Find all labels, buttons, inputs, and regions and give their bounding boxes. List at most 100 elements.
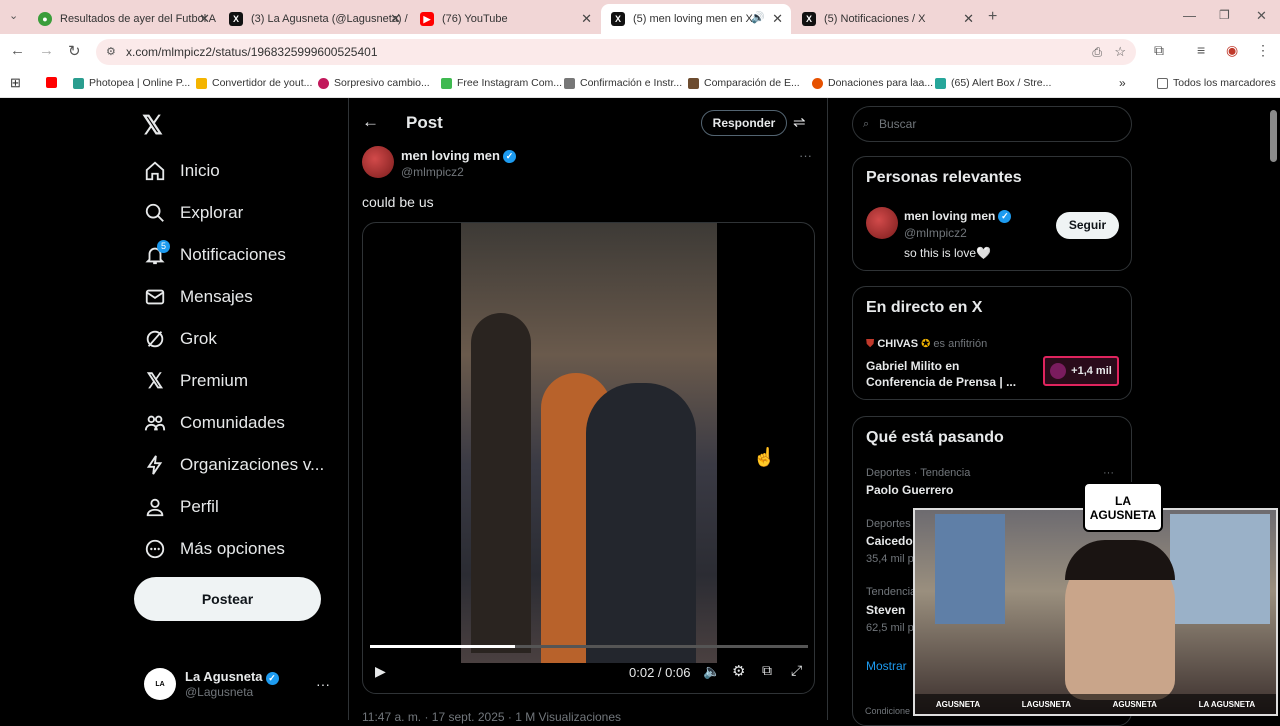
extensions-icon[interactable]: ⧉	[1154, 42, 1164, 59]
live-event-title[interactable]: Gabriel Milito en Conferencia de Prensa …	[866, 358, 1026, 390]
tab-2[interactable]: X (3) La Agusneta (@Lagusneta) / ✕	[219, 4, 409, 34]
nav-explorar[interactable]: Explorar	[144, 198, 243, 228]
scrollbar-thumb[interactable]	[1270, 110, 1277, 162]
nav-label: Organizaciones v...	[180, 455, 325, 474]
trend-name[interactable]: Steven	[866, 603, 905, 617]
nav-organizaciones[interactable]: Organizaciones v...	[144, 450, 324, 480]
bookmark-1[interactable]: Photopea | Online P...	[73, 77, 190, 89]
back-icon[interactable]: ←	[10, 42, 25, 59]
verified-icon: ✓	[265, 671, 279, 685]
star-icon[interactable]: ☆	[1114, 39, 1126, 65]
live-host[interactable]: ⛊ CHIVAS ✪ es anfitrión	[866, 337, 987, 351]
person-name[interactable]: men loving men	[904, 209, 995, 223]
restore-icon[interactable]: ❐	[1219, 8, 1230, 22]
nav-comunidades[interactable]: Comunidades	[144, 408, 285, 438]
avatar: LA	[144, 668, 176, 700]
window-close-icon[interactable]: ✕	[1256, 8, 1267, 24]
menu-kebab-icon[interactable]: ⋮	[1256, 42, 1270, 59]
account-switcher[interactable]: LA La Agusneta ✓ @Lagusneta ···	[144, 664, 330, 704]
tab-4-active[interactable]: X (5) men loving men en X: "c 🔊 ✕	[601, 4, 791, 34]
trend-name[interactable]: Paolo Guerrero	[866, 483, 953, 497]
relevant-people-card: Personas relevantes men loving men ✓ @mlm…	[852, 156, 1132, 271]
kick-handle: AGUSNETA	[1112, 699, 1157, 709]
post-button[interactable]: Postear	[134, 577, 321, 621]
bookmark-youtube[interactable]	[46, 77, 62, 88]
nav-notificaciones[interactable]: 5 Notificaciones	[144, 240, 286, 270]
reply-button[interactable]: Responder	[701, 110, 787, 136]
host-role: es anfitrión	[933, 338, 988, 350]
all-bookmarks[interactable]: Todos los marcadores	[1157, 77, 1276, 89]
x-handle: LAGUSNETA	[1021, 699, 1071, 709]
video-frame	[461, 223, 717, 663]
trend-meta: Deportes	[866, 518, 911, 530]
nav-premium[interactable]: 𝕏 Premium	[144, 366, 248, 396]
footer-links[interactable]: Condicione	[865, 706, 910, 716]
tab-3[interactable]: ▶ (76) YouTube ✕	[410, 4, 600, 34]
account-more-icon[interactable]: ···	[316, 676, 330, 692]
listeners-pill[interactable]: +1,4 mil	[1043, 356, 1119, 386]
bell-icon: 5	[144, 240, 170, 266]
author-avatar[interactable]	[362, 146, 394, 178]
forward-icon[interactable]: →	[39, 42, 54, 59]
fullscreen-icon[interactable]: ⤢	[791, 662, 802, 679]
bookmark-3[interactable]: Sorpresivo cambio...	[318, 77, 430, 89]
profile-icon[interactable]: ◉	[1226, 42, 1238, 59]
x-logo-icon[interactable]: 𝕏	[142, 110, 163, 141]
apps-icon[interactable]: ⊞	[10, 75, 21, 91]
tab-title: (5) men loving men en X: "c	[633, 13, 758, 25]
trend-more-icon[interactable]: ···	[1103, 467, 1114, 479]
pip-icon[interactable]: ⧉	[762, 662, 772, 679]
close-icon[interactable]: ✕	[963, 11, 974, 27]
bookmark-6[interactable]: Comparación de E...	[688, 77, 800, 89]
bookmark-5[interactable]: Confirmación e Instr...	[564, 77, 682, 89]
nav-inicio[interactable]: Inicio	[144, 156, 220, 186]
filter-icon[interactable]: ⇌	[793, 113, 806, 131]
tab-search-icon[interactable]: ⌄	[9, 9, 18, 22]
follow-button[interactable]: Seguir	[1056, 212, 1119, 239]
nav-mas-opciones[interactable]: Más opciones	[144, 534, 285, 564]
close-icon[interactable]: ✕	[581, 11, 592, 27]
bookmark-8[interactable]: (65) Alert Box / Stre...	[935, 77, 1051, 89]
webcam-poster	[935, 514, 1005, 624]
install-icon[interactable]: ⎙	[1092, 39, 1102, 65]
tab-5[interactable]: X (5) Notificaciones / X ✕	[792, 4, 982, 34]
speaker-icon[interactable]: 🔊	[751, 11, 765, 24]
video-player[interactable]: ▶ 0:02 / 0:06 🔈 ⚙ ⧉ ⤢	[362, 222, 815, 694]
close-icon[interactable]: ✕	[199, 11, 210, 27]
bookmarks-bar: ⊞ Photopea | Online P... Convertidor de …	[0, 70, 1280, 98]
close-icon[interactable]: ✕	[772, 11, 783, 27]
new-tab-icon[interactable]: +	[988, 8, 997, 26]
avatar[interactable]	[866, 207, 898, 239]
tab-1[interactable]: ● Resultados de ayer del Futbol A ✕	[28, 4, 218, 34]
streamer-logo: LA AGUSNETA	[1083, 482, 1163, 532]
bookmark-7[interactable]: Donaciones para laa...	[812, 77, 933, 89]
site-info-icon[interactable]: ⚙	[106, 39, 116, 65]
post-more-icon[interactable]: ···	[799, 148, 812, 163]
more-bookmarks-icon[interactable]: »	[1119, 76, 1126, 90]
show-more-link[interactable]: Mostrar	[866, 659, 907, 673]
minimize-icon[interactable]: —	[1183, 8, 1196, 23]
reload-icon[interactable]: ↻	[68, 42, 81, 60]
verified-icon: ✓	[502, 150, 516, 164]
settings-icon[interactable]: ⚙	[732, 662, 745, 680]
listener-avatar	[1050, 363, 1067, 379]
bookmark-2[interactable]: Convertidor de yout...	[196, 77, 312, 89]
nav-perfil[interactable]: Perfil	[144, 492, 219, 522]
trend-name[interactable]: Caicedo	[866, 534, 913, 548]
nav-label: Inicio	[180, 161, 220, 180]
volume-icon[interactable]: 🔈	[703, 663, 720, 680]
webcam-hair	[1065, 540, 1175, 580]
back-arrow-icon[interactable]: ←	[362, 112, 379, 132]
video-progress-fill	[370, 645, 515, 648]
author-name-row[interactable]: men loving men ✓	[401, 148, 516, 164]
close-icon[interactable]: ✕	[390, 11, 401, 27]
address-bar[interactable]: ⚙ x.com/mlmpicz2/status/1968325999600525…	[96, 39, 1136, 65]
media-control-icon[interactable]: ≡	[1197, 42, 1205, 58]
youtube-handle: LA AGUSNETA	[1198, 699, 1256, 709]
nav-grok[interactable]: Grok	[144, 324, 217, 354]
nav-mensajes[interactable]: Mensajes	[144, 282, 253, 312]
bookmark-4[interactable]: Free Instagram Com...	[441, 77, 562, 89]
search-input[interactable]: ⌕ Buscar	[852, 106, 1132, 142]
play-icon[interactable]: ▶	[375, 663, 386, 680]
video-progress-track[interactable]	[370, 645, 808, 648]
